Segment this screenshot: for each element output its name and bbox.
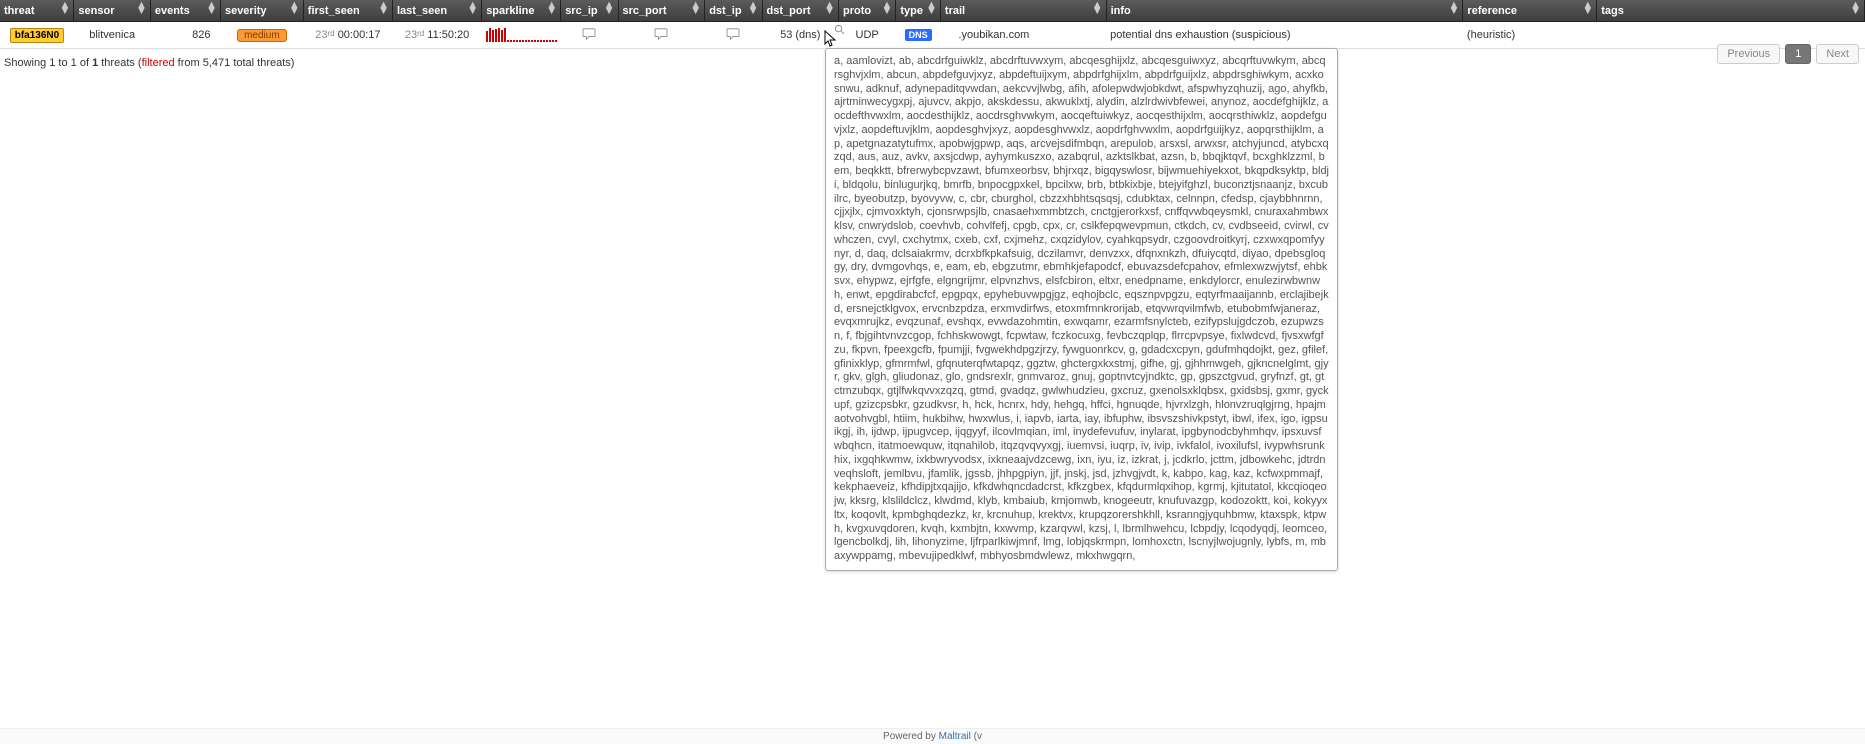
col-src_ip[interactable]: src_ip▲▼ xyxy=(561,0,618,22)
sort-icon[interactable]: ▲▼ xyxy=(690,2,701,14)
sort-icon[interactable]: ▲▼ xyxy=(604,2,615,14)
col-events[interactable]: events▲▼ xyxy=(150,0,220,22)
sort-icon[interactable]: ▲▼ xyxy=(136,2,147,14)
threats-table: threat▲▼sensor▲▼events▲▼severity▲▼first_… xyxy=(0,0,1865,49)
sort-icon[interactable]: ▲▼ xyxy=(1582,2,1593,14)
cell-dst-ip[interactable] xyxy=(705,22,762,49)
cell-last-seen: 23rd 11:50:20 xyxy=(392,22,481,49)
col-dst_ip[interactable]: dst_ip▲▼ xyxy=(705,0,762,22)
cell-sparkline xyxy=(482,22,561,49)
speech-bubble-icon xyxy=(726,28,740,43)
cell-info: potential dns exhaustion (suspicious) xyxy=(1106,22,1463,49)
pagination: Previous 1 Next xyxy=(1715,44,1859,64)
col-threat[interactable]: threat▲▼ xyxy=(0,0,74,22)
table-row[interactable]: bfa136N0 blitvenica 826 medium 23rd 00:0… xyxy=(0,22,1865,49)
col-sensor[interactable]: sensor▲▼ xyxy=(74,0,150,22)
col-reference[interactable]: reference▲▼ xyxy=(1463,0,1597,22)
sort-icon[interactable]: ▲▼ xyxy=(289,2,300,14)
table-header: threat▲▼sensor▲▼events▲▼severity▲▼first_… xyxy=(0,0,1865,22)
sort-icon[interactable]: ▲▼ xyxy=(1092,2,1103,14)
cell-trail[interactable]: .youbikan.com xyxy=(940,22,1106,49)
col-trail[interactable]: trail▲▼ xyxy=(940,0,1106,22)
cell-src-ip[interactable] xyxy=(561,22,618,49)
page-number[interactable]: 1 xyxy=(1785,44,1811,64)
prev-button[interactable]: Previous xyxy=(1717,44,1780,64)
col-dst_port[interactable]: dst_port▲▼ xyxy=(762,0,838,22)
sort-icon[interactable]: ▲▼ xyxy=(881,2,892,14)
col-severity[interactable]: severity▲▼ xyxy=(220,0,303,22)
maltrail-link[interactable]: Maltrail xyxy=(939,731,971,742)
sort-icon[interactable]: ▲▼ xyxy=(378,2,389,14)
footer: Powered by Maltrail (v xyxy=(0,728,1865,744)
speech-bubble-icon xyxy=(582,28,596,43)
sort-icon[interactable]: ▲▼ xyxy=(467,2,478,14)
sort-icon[interactable]: ▲▼ xyxy=(1850,2,1861,14)
col-first_seen[interactable]: first_seen▲▼ xyxy=(303,0,392,22)
cell-proto: UDP xyxy=(838,22,895,49)
cell-first-seen: 23rd 00:00:17 xyxy=(303,22,392,49)
col-src_port[interactable]: src_port▲▼ xyxy=(618,0,705,22)
type-badge: DNS xyxy=(905,29,932,41)
sort-icon[interactable]: ▲▼ xyxy=(206,2,217,14)
sort-icon[interactable]: ▲▼ xyxy=(60,2,71,14)
severity-badge: medium xyxy=(237,29,287,42)
speech-bubble-icon xyxy=(654,28,668,43)
col-type[interactable]: type▲▼ xyxy=(896,0,941,22)
cell-reference[interactable]: (heuristic) xyxy=(1463,22,1597,49)
sort-icon[interactable]: ▲▼ xyxy=(546,2,557,14)
cell-dst-port: 53 (dns) xyxy=(762,22,838,49)
col-info[interactable]: info▲▼ xyxy=(1106,0,1463,22)
col-proto[interactable]: proto▲▼ xyxy=(838,0,895,22)
sort-icon[interactable]: ▲▼ xyxy=(748,2,759,14)
cell-events: 826 xyxy=(150,22,220,49)
col-last_seen[interactable]: last_seen▲▼ xyxy=(392,0,481,22)
sort-icon[interactable]: ▲▼ xyxy=(824,2,835,14)
cell-src-port[interactable] xyxy=(618,22,705,49)
threat-badge[interactable]: bfa136N0 xyxy=(10,28,64,43)
sort-icon[interactable]: ▲▼ xyxy=(1449,2,1460,14)
sort-icon[interactable]: ▲▼ xyxy=(926,2,937,14)
search-icon[interactable] xyxy=(834,24,845,38)
next-button[interactable]: Next xyxy=(1816,44,1859,64)
col-sparkline[interactable]: sparkline▲▼ xyxy=(482,0,561,22)
trail-tooltip: a, aamlovizt, ab, abcdrfguiwklz, abcdrft… xyxy=(825,48,1338,571)
col-tags[interactable]: tags▲▼ xyxy=(1597,0,1865,22)
cell-sensor: blitvenica xyxy=(74,22,150,49)
